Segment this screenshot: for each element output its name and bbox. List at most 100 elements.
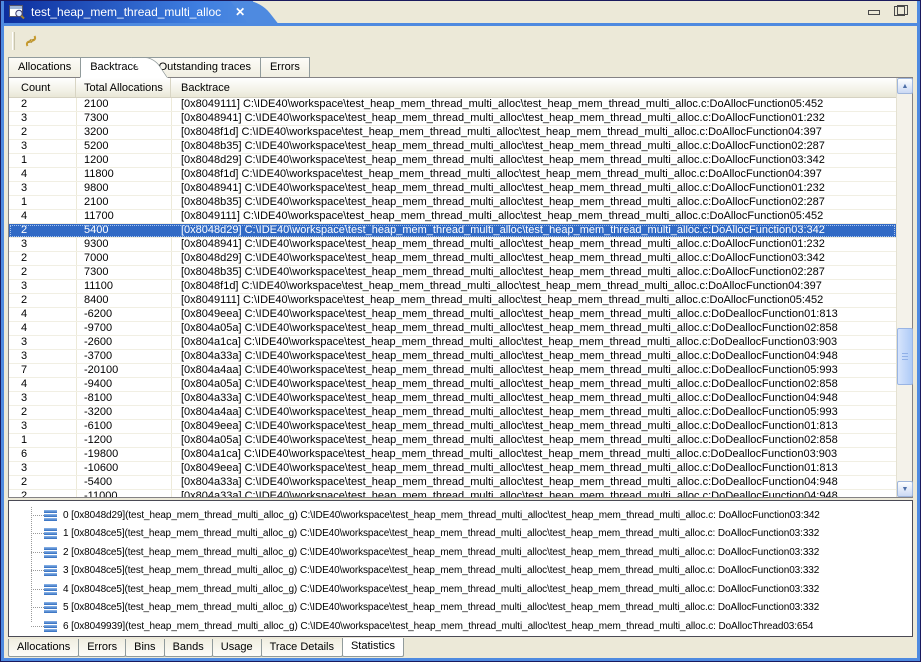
cell-backtrace: [0x8049111] C:\IDE40\workspace\test_heap… (171, 294, 896, 307)
cell-count: 1 (9, 154, 76, 167)
tab-bins[interactable]: Bins (125, 639, 164, 657)
table-row[interactable]: 6-19800[0x804a1ca] C:\IDE40\workspace\te… (9, 448, 896, 462)
tab-usage[interactable]: Usage (212, 639, 262, 657)
toolbar-drag-handle[interactable] (12, 32, 15, 50)
table-row[interactable]: 3-2600[0x804a1ca] C:\IDE40\workspace\tes… (9, 336, 896, 350)
scroll-down-arrow-icon[interactable]: ▼ (897, 481, 913, 497)
stack-frame-icon (44, 565, 57, 576)
stack-frame-item[interactable]: 2 [0x8048ce5](test_heap_mem_thread_multi… (9, 543, 912, 562)
cell-count: 6 (9, 448, 76, 461)
minimize-button[interactable] (867, 5, 880, 16)
stack-frame-text: 2 [0x8048ce5](test_heap_mem_thread_multi… (63, 547, 819, 558)
cell-total-allocations: 8400 (76, 294, 171, 307)
table-row[interactable]: 2-5400[0x804a33a] C:\IDE40\workspace\tes… (9, 476, 896, 490)
scrollbar-thumb[interactable] (897, 328, 913, 385)
table-row[interactable]: 3-10600[0x8049eea] C:\IDE40\workspace\te… (9, 462, 896, 476)
table-row[interactable]: 4-6200[0x8049eea] C:\IDE40\workspace\tes… (9, 308, 896, 322)
cell-total-allocations: -6200 (76, 308, 171, 321)
table-row[interactable]: 411700[0x8049111] C:\IDE40\workspace\tes… (9, 210, 896, 224)
stack-frame-icon (44, 510, 57, 521)
tree-branch-line (31, 607, 44, 608)
sync-arrows-icon[interactable] (22, 32, 40, 50)
stack-frame-item[interactable]: 5 [0x8048ce5](test_heap_mem_thread_multi… (9, 599, 912, 618)
cell-count: 2 (9, 252, 76, 265)
tab-allocations[interactable]: Allocations (8, 639, 79, 657)
tab-bands[interactable]: Bands (164, 639, 213, 657)
close-icon[interactable]: ✕ (235, 5, 245, 19)
table-row[interactable]: 27300[0x8048b35] C:\IDE40\workspace\test… (9, 266, 896, 280)
stack-frame-icon (44, 547, 57, 558)
cell-total-allocations: -6100 (76, 420, 171, 433)
tab-backtraces[interactable]: Backtraces (80, 57, 149, 78)
stack-frame-item[interactable]: 0 [0x8048d29](test_heap_mem_thread_multi… (9, 506, 912, 525)
bottom-tab-strip: AllocationsErrorsBinsBandsUsageTrace Det… (4, 639, 917, 657)
cell-backtrace: [0x8049eea] C:\IDE40\workspace\test_heap… (171, 420, 896, 433)
stack-frame-item[interactable]: 1 [0x8048ce5](test_heap_mem_thread_multi… (9, 525, 912, 544)
view-tab[interactable]: test_heap_mem_thread_multi_alloc ✕ (4, 1, 253, 23)
table-row[interactable]: 2-3200[0x804a4aa] C:\IDE40\workspace\tes… (9, 406, 896, 420)
table-row[interactable]: 4-9400[0x804a05a] C:\IDE40\workspace\tes… (9, 378, 896, 392)
cell-backtrace: [0x804a1ca] C:\IDE40\workspace\test_heap… (171, 336, 896, 349)
vertical-scrollbar[interactable]: ▲ ▼ (896, 78, 912, 497)
cell-total-allocations: 11100 (76, 280, 171, 293)
table-row[interactable]: 11200[0x8048d29] C:\IDE40\workspace\test… (9, 154, 896, 168)
table-row[interactable]: 35200[0x8048b35] C:\IDE40\workspace\test… (9, 140, 896, 154)
cell-backtrace: [0x8048941] C:\IDE40\workspace\test_heap… (171, 112, 896, 125)
cell-count: 7 (9, 364, 76, 377)
table-header: Count Total Allocations Backtrace (9, 78, 896, 98)
stack-frame-item[interactable]: 3 [0x8048ce5](test_heap_mem_thread_multi… (9, 562, 912, 581)
table-row[interactable]: 28400[0x8049111] C:\IDE40\workspace\test… (9, 294, 896, 308)
scroll-up-arrow-icon[interactable]: ▲ (897, 78, 913, 94)
tab-errors[interactable]: Errors (260, 57, 310, 77)
table-row[interactable]: 3-6100[0x8049eea] C:\IDE40\workspace\tes… (9, 420, 896, 434)
cell-total-allocations: 3200 (76, 126, 171, 139)
restore-button[interactable] (894, 5, 907, 16)
cell-total-allocations: 2100 (76, 196, 171, 209)
cell-count: 2 (9, 266, 76, 279)
cell-count: 4 (9, 308, 76, 321)
window-buttons (867, 5, 907, 16)
table-row[interactable]: 37300[0x8048941] C:\IDE40\workspace\test… (9, 112, 896, 126)
table-row[interactable]: 7-20100[0x804a4aa] C:\IDE40\workspace\te… (9, 364, 896, 378)
table-row[interactable]: 3-8100[0x804a33a] C:\IDE40\workspace\tes… (9, 392, 896, 406)
stack-frame-item[interactable]: 6 [0x8049939](test_heap_mem_thread_multi… (9, 617, 912, 636)
cell-count: 2 (9, 224, 76, 237)
tree-branch-line (31, 552, 44, 553)
view-frame: test_heap_mem_thread_multi_alloc ✕ Alloc… (1, 1, 920, 661)
table-row[interactable]: 311100[0x8048f1d] C:\IDE40\workspace\tes… (9, 280, 896, 294)
tab-statistics[interactable]: Statistics (342, 638, 404, 657)
tab-allocations[interactable]: Allocations (8, 57, 81, 77)
table-row[interactable]: 3-3700[0x804a33a] C:\IDE40\workspace\tes… (9, 350, 896, 364)
table-row[interactable]: 39300[0x8048941] C:\IDE40\workspace\test… (9, 238, 896, 252)
cell-count: 2 (9, 126, 76, 139)
cell-backtrace: [0x8048f1d] C:\IDE40\workspace\test_heap… (171, 126, 896, 139)
column-header-backtrace[interactable]: Backtrace (171, 78, 896, 97)
cell-total-allocations: -10600 (76, 462, 171, 475)
table-row[interactable]: 1-1200[0x804a05a] C:\IDE40\workspace\tes… (9, 434, 896, 448)
cell-backtrace: [0x804a05a] C:\IDE40\workspace\test_heap… (171, 378, 896, 391)
cell-total-allocations: -11000 (76, 490, 171, 497)
tab-trace-details[interactable]: Trace Details (261, 639, 343, 657)
cell-backtrace: [0x804a33a] C:\IDE40\workspace\test_heap… (171, 490, 896, 497)
tab-errors[interactable]: Errors (78, 639, 126, 657)
stack-frame-item[interactable]: 4 [0x8048ce5](test_heap_mem_thread_multi… (9, 580, 912, 599)
table-row[interactable]: 411800[0x8048f1d] C:\IDE40\workspace\tes… (9, 168, 896, 182)
cell-total-allocations: 5400 (76, 224, 171, 237)
column-header-count[interactable]: Count (9, 78, 76, 97)
table-row[interactable]: 27000[0x8048d29] C:\IDE40\workspace\test… (9, 252, 896, 266)
stack-frame-text: 5 [0x8048ce5](test_heap_mem_thread_multi… (63, 602, 819, 613)
column-header-total-allocations[interactable]: Total Allocations (76, 78, 171, 97)
table-row[interactable]: 39800[0x8048941] C:\IDE40\workspace\test… (9, 182, 896, 196)
table-row[interactable]: 2-11000[0x804a33a] C:\IDE40\workspace\te… (9, 490, 896, 497)
frame-list: 0 [0x8048d29](test_heap_mem_thread_multi… (9, 506, 912, 636)
table-row[interactable]: 22100[0x8049111] C:\IDE40\workspace\test… (9, 98, 896, 112)
cell-total-allocations: 11700 (76, 210, 171, 223)
table-row[interactable]: 4-9700[0x804a05a] C:\IDE40\workspace\tes… (9, 322, 896, 336)
table-row[interactable]: 23200[0x8048f1d] C:\IDE40\workspace\test… (9, 126, 896, 140)
table-row[interactable]: 12100[0x8048b35] C:\IDE40\workspace\test… (9, 196, 896, 210)
stack-frame-text: 3 [0x8048ce5](test_heap_mem_thread_multi… (63, 565, 819, 576)
table-row[interactable]: 25400[0x8048d29] C:\IDE40\workspace\test… (9, 224, 896, 238)
cell-backtrace: [0x804a1ca] C:\IDE40\workspace\test_heap… (171, 448, 896, 461)
cell-backtrace: [0x8049111] C:\IDE40\workspace\test_heap… (171, 98, 896, 111)
memory-analysis-icon (9, 5, 25, 19)
